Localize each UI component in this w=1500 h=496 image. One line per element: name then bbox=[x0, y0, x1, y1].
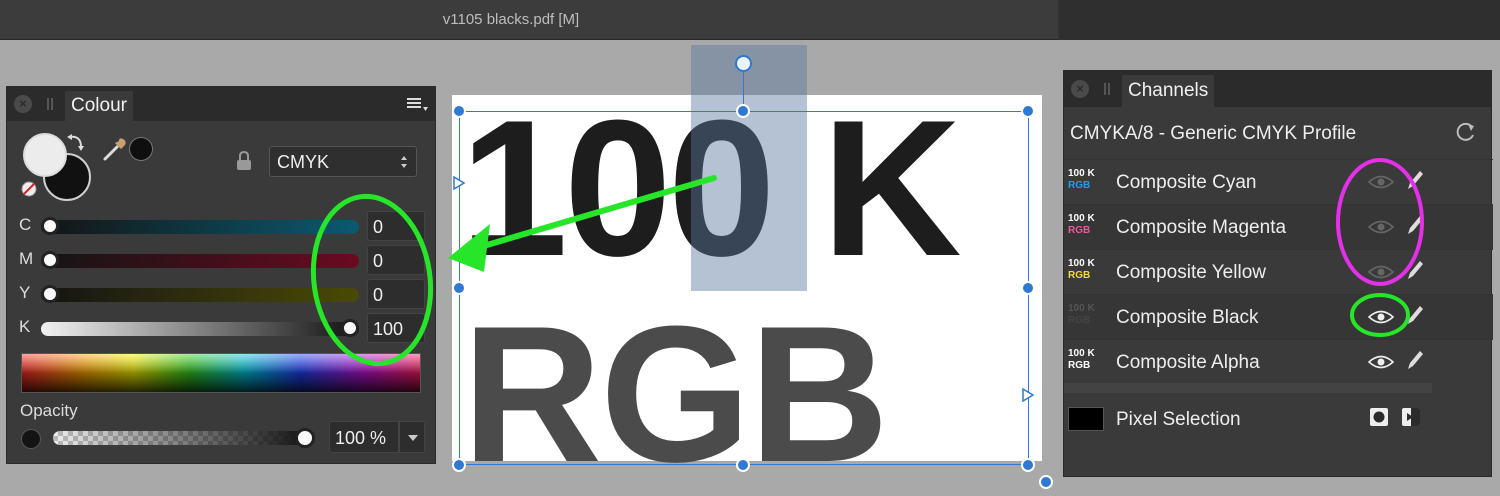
slider-label: M bbox=[19, 249, 34, 268]
eye-icon[interactable] bbox=[1368, 218, 1394, 236]
eye-icon[interactable] bbox=[1368, 353, 1394, 371]
channel-row-black[interactable]: 100 K RGB Composite Black bbox=[1064, 294, 1493, 339]
drag-grip-icon[interactable] bbox=[1104, 83, 1110, 95]
slider-knob-y[interactable] bbox=[41, 285, 59, 303]
pencil-icon[interactable] bbox=[1404, 348, 1424, 372]
channel-row-yellow[interactable]: 100 K RGB Composite Yellow bbox=[1064, 249, 1493, 294]
pencil-icon[interactable] bbox=[1404, 168, 1424, 192]
channel-thumbnail: 100 K RGB bbox=[1068, 348, 1095, 371]
slider-knob-c[interactable] bbox=[41, 217, 59, 235]
opacity-slider-track[interactable] bbox=[53, 431, 307, 445]
document-title: v1105 blacks.pdf [M] bbox=[442, 11, 580, 28]
swap-colors-icon[interactable] bbox=[65, 133, 87, 153]
chevron-updown-icon bbox=[401, 156, 407, 168]
channels-scrollbar[interactable] bbox=[1064, 383, 1432, 393]
pencil-icon[interactable] bbox=[1404, 213, 1424, 237]
resize-handle-top[interactable] bbox=[736, 104, 750, 118]
resize-handle-bottom-left[interactable] bbox=[452, 458, 466, 472]
title-bar: v1105 blacks.pdf [M] bbox=[0, 0, 1500, 40]
channel-row-alpha[interactable]: 100 K RGB Composite Alpha bbox=[1064, 339, 1493, 384]
slider-label: K bbox=[19, 317, 31, 336]
drag-grip-icon[interactable] bbox=[47, 98, 53, 110]
slider-row-c: C 0 bbox=[7, 211, 437, 241]
resize-handle-bottom-right[interactable] bbox=[1021, 458, 1035, 472]
eyedropper-icon[interactable] bbox=[101, 135, 129, 163]
chevron-down-icon bbox=[408, 435, 418, 441]
resize-handle-bottom[interactable] bbox=[736, 458, 750, 472]
slider-value-c[interactable]: 0 bbox=[367, 211, 425, 241]
slider-value-m[interactable]: 0 bbox=[367, 245, 425, 275]
close-icon[interactable]: × bbox=[1071, 80, 1089, 98]
pixel-selection-label: Pixel Selection bbox=[1116, 409, 1241, 430]
slider-knob-k[interactable] bbox=[341, 319, 359, 337]
color-model-select[interactable]: CMYK bbox=[269, 146, 417, 177]
pixel-selection-row[interactable]: Pixel Selection bbox=[1064, 397, 1493, 447]
channel-name: Composite Alpha bbox=[1116, 352, 1260, 373]
slider-label: C bbox=[19, 215, 32, 234]
pixel-selection-thumbnail bbox=[1068, 407, 1104, 431]
refresh-icon[interactable] bbox=[1455, 121, 1477, 143]
resize-handle-top-right[interactable] bbox=[1021, 104, 1035, 118]
color-spectrum[interactable] bbox=[21, 353, 421, 393]
channel-thumbnail: 100 K RGB bbox=[1068, 168, 1095, 191]
close-icon[interactable]: × bbox=[14, 95, 32, 113]
picked-color-swatch[interactable] bbox=[129, 137, 153, 161]
slider-label: Y bbox=[19, 283, 31, 302]
slider-row-y: Y 0 bbox=[7, 279, 437, 309]
resize-handle-right[interactable] bbox=[1021, 281, 1035, 295]
channel-name: Composite Magenta bbox=[1116, 217, 1287, 238]
slider-value-y[interactable]: 0 bbox=[367, 279, 425, 309]
mask-circle-icon[interactable] bbox=[1369, 407, 1389, 427]
opacity-label: Opacity bbox=[20, 401, 78, 420]
invert-mask-icon[interactable] bbox=[1401, 407, 1421, 427]
channel-thumbnail: 100 K RGB bbox=[1068, 258, 1095, 281]
tab-colour[interactable]: Colour bbox=[65, 91, 133, 121]
slider-track-k[interactable] bbox=[41, 322, 359, 336]
lock-icon[interactable] bbox=[236, 151, 252, 171]
opacity-dropdown[interactable] bbox=[399, 421, 425, 453]
channels-panel-header: × Channels bbox=[1064, 71, 1491, 107]
channel-row-magenta[interactable]: 100 K RGB Composite Magenta bbox=[1064, 204, 1493, 249]
title-bar-right bbox=[1060, 0, 1500, 40]
channels-panel: × Channels CMYKA/8 - Generic CMYK Profil… bbox=[1063, 70, 1493, 477]
opacity-swatch bbox=[21, 429, 41, 449]
slider-value-k[interactable]: 100 bbox=[367, 313, 425, 343]
pencil-icon[interactable] bbox=[1404, 258, 1424, 282]
slider-row-k: K 100 bbox=[7, 313, 437, 343]
channel-thumbnail: 100 K RGB bbox=[1068, 303, 1095, 326]
resize-handle-outer[interactable] bbox=[1039, 475, 1053, 489]
slider-knob-m[interactable] bbox=[41, 251, 59, 269]
panel-menu-icon[interactable] bbox=[407, 97, 429, 113]
text-flow-left-icon[interactable] bbox=[452, 176, 466, 190]
resize-handle-top-left[interactable] bbox=[452, 104, 466, 118]
colour-panel: × Colour CMYK C 0 M 0 Y 0 K 100 Opacity … bbox=[6, 86, 436, 464]
eye-icon[interactable] bbox=[1368, 308, 1394, 326]
eye-icon[interactable] bbox=[1368, 173, 1394, 191]
channel-name: Composite Yellow bbox=[1116, 262, 1266, 283]
no-color-icon[interactable] bbox=[21, 181, 37, 197]
channel-name: Composite Cyan bbox=[1116, 172, 1257, 193]
slider-track-m[interactable] bbox=[41, 254, 359, 268]
channel-thumbnail: 100 K RGB bbox=[1068, 213, 1095, 236]
opacity-value[interactable]: 100 % bbox=[329, 421, 399, 453]
document-tab[interactable]: v1105 blacks.pdf [M] bbox=[0, 0, 1058, 40]
color-profile-title: CMYKA/8 - Generic CMYK Profile bbox=[1070, 123, 1357, 144]
channel-name: Composite Black bbox=[1116, 307, 1259, 328]
slider-track-c[interactable] bbox=[41, 220, 359, 234]
eye-icon[interactable] bbox=[1368, 263, 1394, 281]
rotate-handle[interactable] bbox=[735, 55, 752, 72]
fill-swatch[interactable] bbox=[23, 133, 67, 177]
slider-track-y[interactable] bbox=[41, 288, 359, 302]
colour-panel-header: × Colour bbox=[7, 87, 435, 121]
channel-row-cyan[interactable]: 100 K RGB Composite Cyan bbox=[1064, 159, 1493, 204]
selection-bounding-box bbox=[459, 111, 1029, 465]
color-model-value: CMYK bbox=[277, 152, 330, 172]
pencil-icon[interactable] bbox=[1404, 303, 1424, 327]
text-flow-right-icon[interactable] bbox=[1021, 388, 1035, 402]
tab-channels[interactable]: Channels bbox=[1122, 75, 1215, 107]
opacity-slider-knob[interactable] bbox=[295, 428, 315, 448]
slider-row-m: M 0 bbox=[7, 245, 437, 275]
resize-handle-left[interactable] bbox=[452, 281, 466, 295]
